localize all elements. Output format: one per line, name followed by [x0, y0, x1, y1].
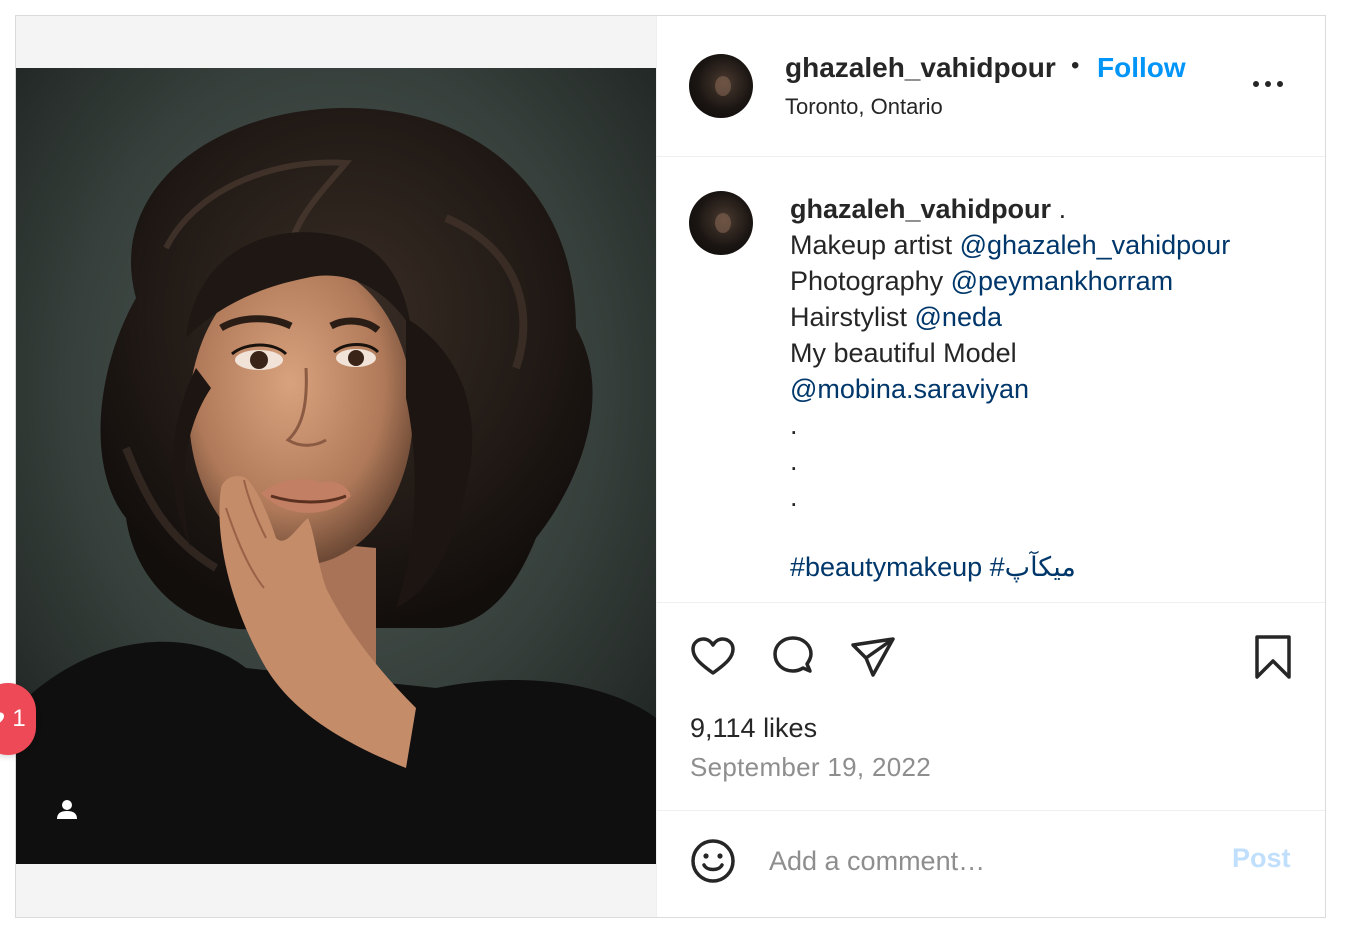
header-username[interactable]: ghazaleh_vahidpour	[785, 52, 1056, 84]
mention-link[interactable]: @ghazaleh_vahidpour	[960, 230, 1231, 260]
media-pane	[16, 16, 656, 917]
likes-count[interactable]: 9,114 likes	[690, 713, 817, 744]
follow-button[interactable]: Follow	[1097, 52, 1186, 84]
caption-dot: .	[790, 410, 798, 440]
caption-line-text: Photography	[790, 266, 951, 296]
caption-line: Photography @peymankhorram	[790, 263, 1300, 299]
comment-bar: Post	[657, 810, 1325, 917]
post-header: ghazaleh_vahidpour • Follow Toronto, Ont…	[657, 16, 1325, 157]
side-pane: ghazaleh_vahidpour • Follow Toronto, Ont…	[656, 16, 1325, 917]
hashtag-line[interactable]: #beautymakeup #میکآپ	[790, 549, 1300, 585]
more-horizontal-icon[interactable]	[1251, 78, 1285, 90]
mention-link[interactable]: @neda	[915, 302, 1002, 332]
post-location[interactable]: Toronto, Ontario	[785, 94, 943, 120]
caption-line: My beautiful Model	[790, 335, 1300, 371]
notification-count: 1	[12, 705, 26, 732]
header-separator: •	[1071, 52, 1080, 79]
comment-icon[interactable]	[769, 633, 817, 681]
comment-input[interactable]	[769, 839, 1209, 883]
caption-line-text: Makeup artist	[790, 230, 960, 260]
caption-text: ghazaleh_vahidpour . Makeup artist @ghaz…	[790, 191, 1300, 585]
post-photo[interactable]	[16, 68, 656, 864]
caption-line: Hairstylist @neda	[790, 299, 1300, 335]
caption-avatar[interactable]	[689, 191, 753, 255]
caption-username-suffix: .	[1051, 194, 1067, 224]
heart-icon[interactable]	[689, 633, 737, 681]
user-tag-icon[interactable]	[56, 798, 80, 822]
caption-dot: .	[790, 446, 798, 476]
caption-area: ghazaleh_vahidpour . Makeup artist @ghaz…	[657, 157, 1325, 603]
caption-dot: .	[790, 482, 798, 512]
emoji-icon[interactable]	[689, 837, 737, 885]
post-frame: ghazaleh_vahidpour • Follow Toronto, Ont…	[15, 15, 1326, 918]
caption-line-text: Hairstylist	[790, 302, 915, 332]
post-date[interactable]: September 19, 2022	[690, 752, 931, 783]
post-button[interactable]: Post	[1232, 843, 1291, 874]
caption-line: Makeup artist @ghazaleh_vahidpour	[790, 227, 1300, 263]
portrait-illustration	[16, 68, 656, 864]
bookmark-icon[interactable]	[1249, 633, 1297, 681]
mention-link[interactable]: @mobina.saraviyan	[790, 374, 1029, 404]
send-icon[interactable]	[849, 633, 897, 681]
heart-icon	[0, 712, 5, 723]
caption-line-text: My beautiful Model	[790, 338, 1017, 368]
action-bar	[657, 603, 1325, 703]
caption-username[interactable]: ghazaleh_vahidpour	[790, 194, 1051, 224]
mention-link[interactable]: @peymankhorram	[951, 266, 1174, 296]
avatar[interactable]	[689, 54, 753, 118]
caption-line: @mobina.saraviyan	[790, 371, 1300, 407]
